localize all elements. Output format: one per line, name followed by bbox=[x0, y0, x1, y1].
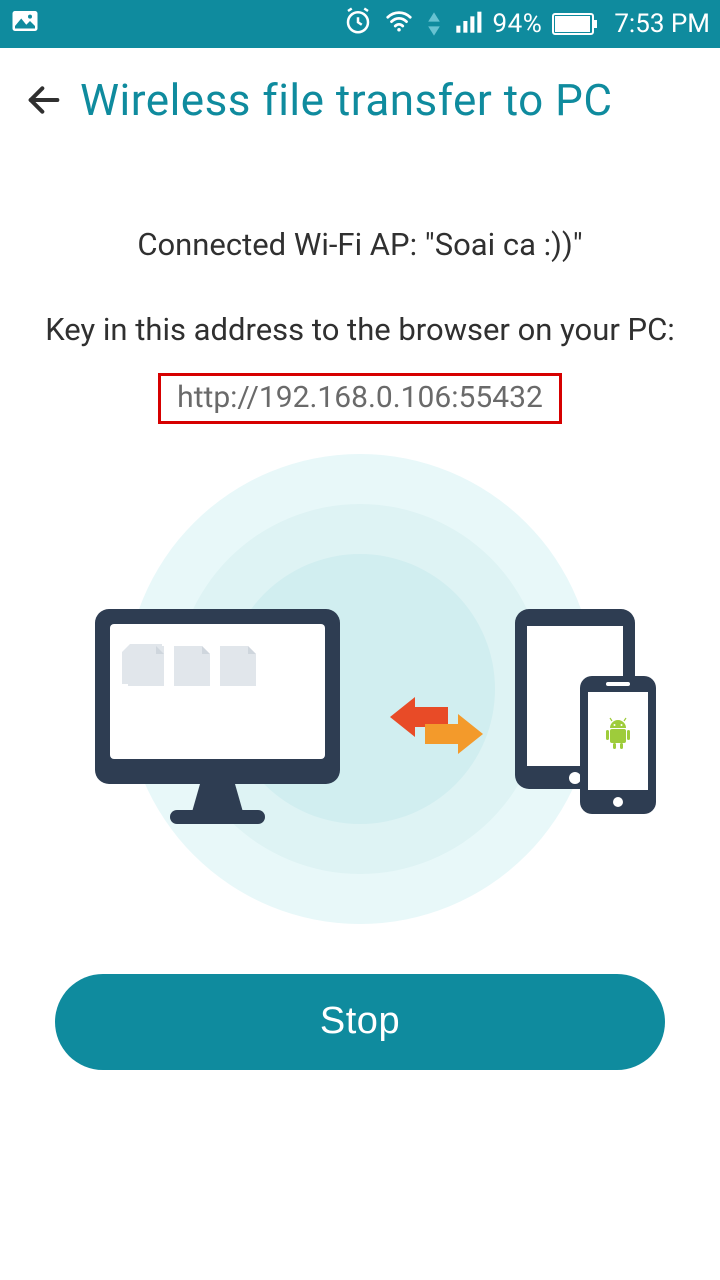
back-button[interactable] bbox=[18, 74, 70, 126]
battery-icon bbox=[552, 12, 598, 36]
wifi-icon bbox=[383, 6, 415, 43]
data-arrows-icon bbox=[425, 10, 443, 38]
app-header: Wireless file transfer to PC bbox=[0, 48, 720, 136]
main-content: Connected Wi-Fi AP: "Soai ca :))" Key in… bbox=[0, 226, 720, 1070]
connected-wifi-label: Connected Wi-Fi AP: "Soai ca :))" bbox=[20, 226, 700, 263]
stop-button-label: Stop bbox=[320, 1000, 400, 1042]
alarm-icon bbox=[343, 6, 373, 43]
instruction-label: Key in this address to the browser on yo… bbox=[20, 309, 700, 351]
page-title: Wireless file transfer to PC bbox=[80, 74, 613, 126]
signal-icon bbox=[453, 7, 483, 42]
status-bar: 94% 7:53 PM bbox=[0, 0, 720, 48]
transfer-illustration bbox=[60, 454, 660, 934]
clock-time: 7:53 PM bbox=[614, 9, 710, 39]
stop-button[interactable]: Stop bbox=[55, 974, 665, 1070]
transfer-url: http://192.168.0.106:55432 bbox=[158, 373, 562, 424]
picture-icon bbox=[10, 6, 40, 43]
battery-percent: 94% bbox=[493, 9, 543, 39]
